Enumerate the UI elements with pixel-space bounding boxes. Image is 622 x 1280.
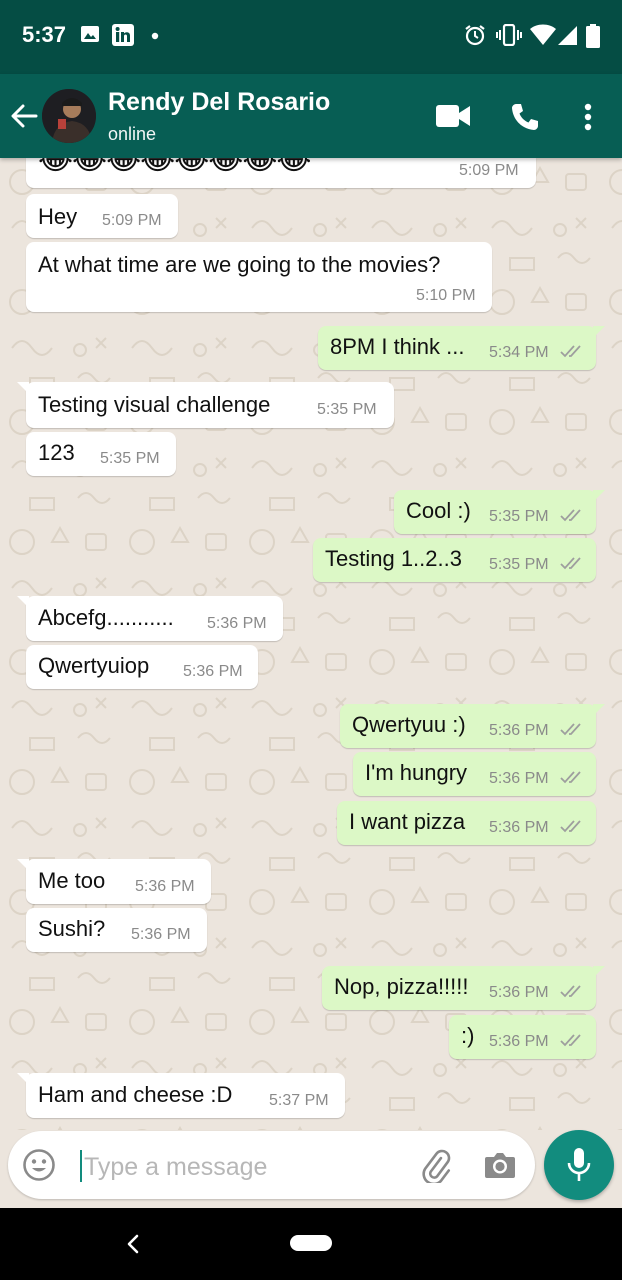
back-arrow-icon[interactable] bbox=[8, 100, 40, 132]
message-bubble-incoming[interactable]: Testing visual challenge 5:35 PM bbox=[17, 382, 394, 428]
read-receipt-icon bbox=[560, 771, 581, 784]
signal-icon bbox=[558, 26, 577, 45]
message-text: Me too bbox=[38, 868, 106, 893]
read-receipt-icon bbox=[560, 557, 581, 570]
text-caret bbox=[80, 1150, 82, 1182]
read-receipt-icon bbox=[560, 723, 581, 736]
message-time: 5:36 PM bbox=[489, 984, 549, 1001]
vibrate-icon bbox=[496, 24, 522, 46]
contact-status: online bbox=[108, 124, 157, 144]
message-text: 8PM I think ... bbox=[330, 334, 465, 359]
message-time: 5:36 PM bbox=[131, 926, 191, 943]
battery-icon bbox=[586, 24, 600, 48]
message-time: 5:35 PM bbox=[489, 556, 549, 573]
message-text: Qwertyuiop bbox=[38, 653, 150, 678]
chat-header: Rendy Del Rosario online bbox=[0, 74, 622, 158]
message-time: 5:35 PM bbox=[317, 401, 377, 418]
chat-area[interactable]: 😂😂😂😂😂😂😂😂 5:09 PM Hey 5:09 PM At what tim… bbox=[0, 158, 622, 1130]
emoji-icon[interactable] bbox=[22, 1148, 56, 1182]
attach-icon[interactable] bbox=[418, 1149, 452, 1183]
read-receipt-icon bbox=[560, 820, 581, 833]
message-time: 5:34 PM bbox=[489, 344, 549, 361]
alarm-icon bbox=[465, 25, 485, 46]
home-pill[interactable] bbox=[290, 1235, 332, 1251]
message-text: Hey bbox=[38, 204, 78, 229]
message-text: I'm hungry bbox=[365, 760, 468, 785]
message-text: At what time are we going to the movies? bbox=[38, 252, 441, 277]
message-bubble-outgoing[interactable]: Cool :) 5:35 PM bbox=[394, 490, 605, 534]
message-time: 5:37 PM bbox=[269, 1092, 329, 1109]
message-text: I want pizza bbox=[349, 809, 466, 834]
message-bubble-incoming[interactable]: Hey 5:09 PM bbox=[26, 194, 178, 238]
message-bubble-outgoing[interactable]: Qwertyuu :) 5:36 PM bbox=[340, 704, 605, 748]
message-text: Sushi? bbox=[38, 916, 106, 941]
message-time: 5:36 PM bbox=[489, 1033, 549, 1050]
message-text: Nop, pizza!!!!! bbox=[334, 974, 469, 999]
message-time: 5:09 PM bbox=[102, 212, 162, 229]
phone-icon[interactable] bbox=[510, 102, 540, 132]
avatar[interactable] bbox=[42, 89, 96, 143]
message-bubble-incoming[interactable]: Qwertyuiop 5:36 PM bbox=[26, 645, 258, 689]
message-bubble-incoming[interactable]: 123 5:35 PM bbox=[26, 432, 176, 476]
message-bubble-incoming[interactable]: Abcefg........... 5:36 PM bbox=[17, 596, 283, 641]
message-time: 5:36 PM bbox=[489, 770, 549, 787]
message-bubble-incoming[interactable]: Ham and cheese :D 5:37 PM bbox=[17, 1073, 345, 1118]
read-receipt-icon bbox=[560, 985, 581, 998]
message-bubble-outgoing[interactable]: I want pizza 5:36 PM bbox=[337, 801, 596, 845]
message-text: Testing visual challenge bbox=[38, 392, 271, 417]
message-time: 5:36 PM bbox=[207, 615, 267, 632]
message-input[interactable]: Type a message bbox=[84, 1153, 267, 1182]
message-bubble-outgoing[interactable]: 8PM I think ... 5:34 PM bbox=[318, 326, 605, 370]
read-receipt-icon bbox=[560, 1034, 581, 1047]
message-text: 😂😂😂😂😂😂😂😂 bbox=[38, 158, 311, 176]
message-bubble-outgoing[interactable]: Nop, pizza!!!!! 5:36 PM bbox=[322, 966, 605, 1010]
contact-name[interactable]: Rendy Del Rosario bbox=[108, 88, 330, 117]
message-bubble-outgoing[interactable]: I'm hungry 5:36 PM bbox=[353, 752, 596, 796]
message-text: Ham and cheese :D bbox=[38, 1082, 233, 1107]
message-time: 5:35 PM bbox=[100, 450, 160, 467]
dot-icon bbox=[151, 32, 159, 40]
back-nav-icon[interactable] bbox=[126, 1234, 140, 1254]
read-receipt-icon bbox=[560, 509, 581, 522]
status-bar: 5:37 bbox=[0, 0, 622, 74]
message-time: 5:35 PM bbox=[489, 508, 549, 525]
message-time: 5:10 PM bbox=[416, 287, 476, 304]
message-text: Cool :) bbox=[406, 498, 471, 523]
message-bubble-incoming[interactable]: At what time are we going to the movies?… bbox=[26, 242, 492, 312]
message-time: 5:36 PM bbox=[489, 819, 549, 836]
message-time: 5:09 PM bbox=[459, 162, 519, 179]
message-text: Abcefg........... bbox=[38, 605, 174, 630]
image-icon bbox=[81, 26, 99, 42]
message-time: 5:36 PM bbox=[489, 722, 549, 739]
mic-icon bbox=[567, 1148, 591, 1181]
message-time: 5:36 PM bbox=[135, 878, 195, 895]
message-bubble-outgoing[interactable]: :) 5:36 PM bbox=[449, 1015, 596, 1059]
video-call-icon[interactable] bbox=[436, 104, 470, 128]
read-receipt-icon bbox=[560, 345, 581, 358]
message-bubble-incoming[interactable]: 😂😂😂😂😂😂😂😂 5:09 PM bbox=[26, 158, 536, 188]
linkedin-icon bbox=[112, 24, 134, 46]
message-bubble-outgoing[interactable]: Testing 1..2..3 5:35 PM bbox=[313, 538, 596, 582]
message-time: 5:36 PM bbox=[183, 663, 243, 680]
message-text: :) bbox=[461, 1023, 475, 1048]
message-bubble-incoming[interactable]: Me too 5:36 PM bbox=[17, 859, 211, 904]
message-composer[interactable]: Type a message bbox=[8, 1131, 535, 1199]
more-vert-icon[interactable] bbox=[582, 102, 594, 132]
wifi-icon bbox=[530, 24, 556, 45]
status-time: 5:37 bbox=[22, 22, 67, 47]
message-text: 123 bbox=[38, 440, 75, 465]
voice-record-button[interactable] bbox=[544, 1130, 614, 1200]
system-nav-bar bbox=[0, 1208, 622, 1280]
camera-icon[interactable] bbox=[484, 1149, 516, 1181]
message-text: Qwertyuu :) bbox=[352, 712, 466, 737]
message-bubble-incoming[interactable]: Sushi? 5:36 PM bbox=[26, 908, 207, 952]
message-text: Testing 1..2..3 bbox=[325, 546, 462, 571]
